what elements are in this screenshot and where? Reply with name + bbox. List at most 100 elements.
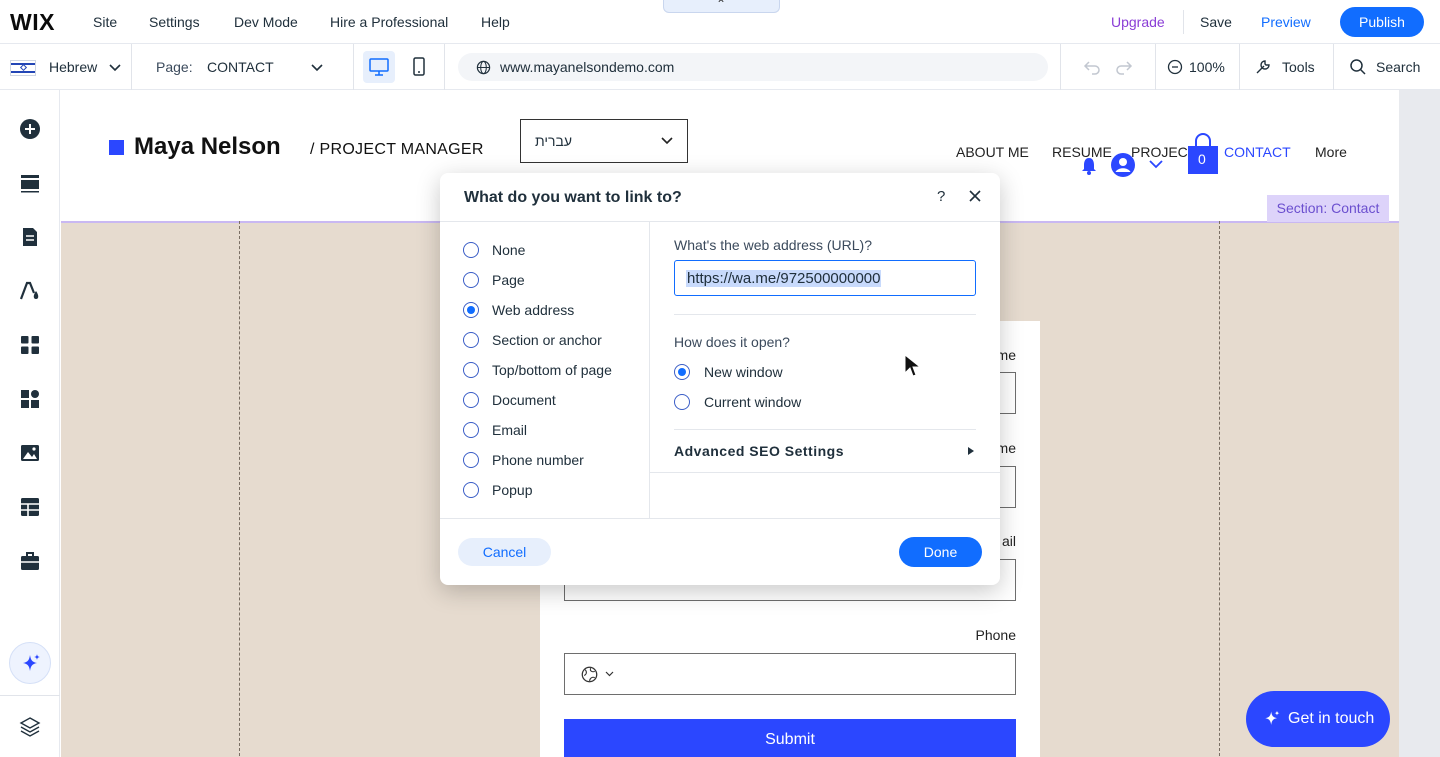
- search-button[interactable]: Search: [1376, 59, 1420, 75]
- site-url: www.mayanelsondemo.com: [500, 59, 675, 75]
- user-avatar-icon[interactable]: [1110, 152, 1136, 178]
- cancel-button[interactable]: Cancel: [458, 538, 551, 566]
- site-url-bar[interactable]: www.mayanelsondemo.com: [458, 53, 1048, 81]
- save-button[interactable]: Save: [1200, 14, 1232, 30]
- upgrade-link[interactable]: Upgrade: [1111, 14, 1165, 30]
- chevron-down-icon[interactable]: [109, 61, 121, 73]
- sparkle-icon: [23, 654, 40, 671]
- get-in-touch-label: Get in touch: [1288, 710, 1375, 727]
- dialog-title: What do you want to link to?: [464, 189, 682, 206]
- undo-icon[interactable]: [1082, 58, 1102, 76]
- globe-icon[interactable]: [581, 666, 598, 683]
- site-role[interactable]: / PROJECT MANAGER: [310, 141, 484, 159]
- bell-icon[interactable]: [1080, 156, 1098, 176]
- open-question: How does it open?: [674, 334, 790, 350]
- divider: [650, 472, 1000, 473]
- done-button[interactable]: Done: [899, 537, 982, 567]
- ai-assistant-button[interactable]: [9, 642, 51, 684]
- cms-icon[interactable]: [18, 495, 42, 519]
- radio[interactable]: [463, 392, 479, 408]
- desktop-view-button[interactable]: [363, 51, 395, 83]
- section-tag[interactable]: Section: Contact: [1267, 195, 1389, 222]
- mobile-view-button[interactable]: [403, 51, 435, 83]
- publish-button[interactable]: Publish: [1340, 7, 1424, 37]
- pages-icon[interactable]: [18, 225, 42, 249]
- nav-more[interactable]: More: [1315, 144, 1347, 160]
- nav-contact[interactable]: CONTACT: [1224, 144, 1291, 160]
- divider: [1155, 44, 1156, 90]
- zoom-level[interactable]: 100%: [1189, 59, 1225, 75]
- mobile-icon: [413, 57, 425, 76]
- menu-hire-professional[interactable]: Hire a Professional: [330, 14, 448, 30]
- wix-logo[interactable]: WIX: [10, 9, 55, 36]
- divider: [353, 44, 354, 90]
- advanced-seo-settings[interactable]: Advanced SEO Settings: [674, 443, 844, 459]
- collapse-topbar-button[interactable]: ⌃: [663, 0, 780, 13]
- submit-button[interactable]: Submit: [564, 719, 1016, 757]
- close-icon[interactable]: [968, 189, 982, 203]
- radio[interactable]: [674, 394, 690, 410]
- menu-site[interactable]: Site: [93, 14, 117, 30]
- url-question: What's the web address (URL)?: [674, 237, 872, 253]
- editor-toolbar: Hebrew Page: CONTACT www.mayanelsondemo.…: [0, 44, 1440, 90]
- divider: [0, 695, 60, 696]
- tools-icon[interactable]: [1254, 58, 1272, 76]
- menu-dev-mode[interactable]: Dev Mode: [234, 14, 298, 30]
- tools-button[interactable]: Tools: [1282, 59, 1315, 75]
- radio-selected[interactable]: [463, 302, 479, 318]
- divider: [674, 429, 976, 430]
- globe-icon: [476, 60, 491, 75]
- left-sidebar: [0, 90, 60, 757]
- portfolio-icon[interactable]: [18, 549, 42, 573]
- radio[interactable]: [463, 362, 479, 378]
- divider: [1060, 44, 1061, 90]
- language-switcher[interactable]: Hebrew: [49, 59, 97, 75]
- design-icon[interactable]: [18, 279, 42, 303]
- search-icon[interactable]: [1349, 58, 1367, 76]
- menu-help[interactable]: Help: [481, 14, 510, 30]
- chevron-down-icon[interactable]: [605, 671, 614, 677]
- cart-count: 0: [1198, 151, 1206, 167]
- radio-selected[interactable]: [674, 364, 690, 380]
- radio[interactable]: [463, 272, 479, 288]
- menu-settings[interactable]: Settings: [149, 14, 200, 30]
- radio[interactable]: [463, 482, 479, 498]
- layers-icon[interactable]: [18, 715, 42, 739]
- expand-arrow-icon[interactable]: [968, 447, 974, 455]
- divider: [444, 44, 445, 90]
- add-icon[interactable]: [18, 117, 42, 141]
- radio[interactable]: [463, 332, 479, 348]
- site-name[interactable]: Maya Nelson: [134, 133, 281, 161]
- language-dropdown-value: עברית: [535, 133, 573, 149]
- phone-field[interactable]: [564, 653, 1016, 695]
- sections-icon[interactable]: [18, 171, 42, 195]
- url-input[interactable]: https://wa.me/972500000000: [674, 260, 976, 296]
- apps-icon[interactable]: [18, 333, 42, 357]
- divider: [440, 518, 1000, 519]
- grid-guide: [239, 221, 240, 757]
- zoom-out-icon[interactable]: [1167, 59, 1183, 75]
- get-in-touch-button[interactable]: Get in touch: [1246, 691, 1390, 747]
- top-bar: WIX Site Settings Dev Mode Hire a Profes…: [0, 0, 1440, 44]
- redo-icon[interactable]: [1114, 58, 1134, 76]
- nav-about-me[interactable]: ABOUT ME: [956, 144, 1029, 160]
- radio[interactable]: [463, 422, 479, 438]
- chevron-up-icon: ⌃: [716, 0, 727, 11]
- chevron-down-icon: [661, 137, 673, 145]
- business-apps-icon[interactable]: [18, 387, 42, 411]
- radio[interactable]: [463, 242, 479, 258]
- grid-guide: [1219, 221, 1220, 757]
- media-icon[interactable]: [18, 441, 42, 465]
- mouse-cursor-icon: [904, 354, 922, 377]
- preview-button[interactable]: Preview: [1261, 14, 1311, 30]
- radio[interactable]: [463, 452, 479, 468]
- chevron-down-icon[interactable]: [1149, 159, 1163, 169]
- help-icon[interactable]: ?: [937, 188, 945, 205]
- language-dropdown[interactable]: עברית: [520, 119, 688, 163]
- divider: [1183, 10, 1184, 34]
- form-label: ail: [1001, 533, 1016, 549]
- chevron-down-icon[interactable]: [311, 61, 323, 73]
- sparkle-icon: [1265, 710, 1280, 725]
- page-selector[interactable]: CONTACT: [207, 59, 274, 75]
- desktop-icon: [369, 58, 389, 76]
